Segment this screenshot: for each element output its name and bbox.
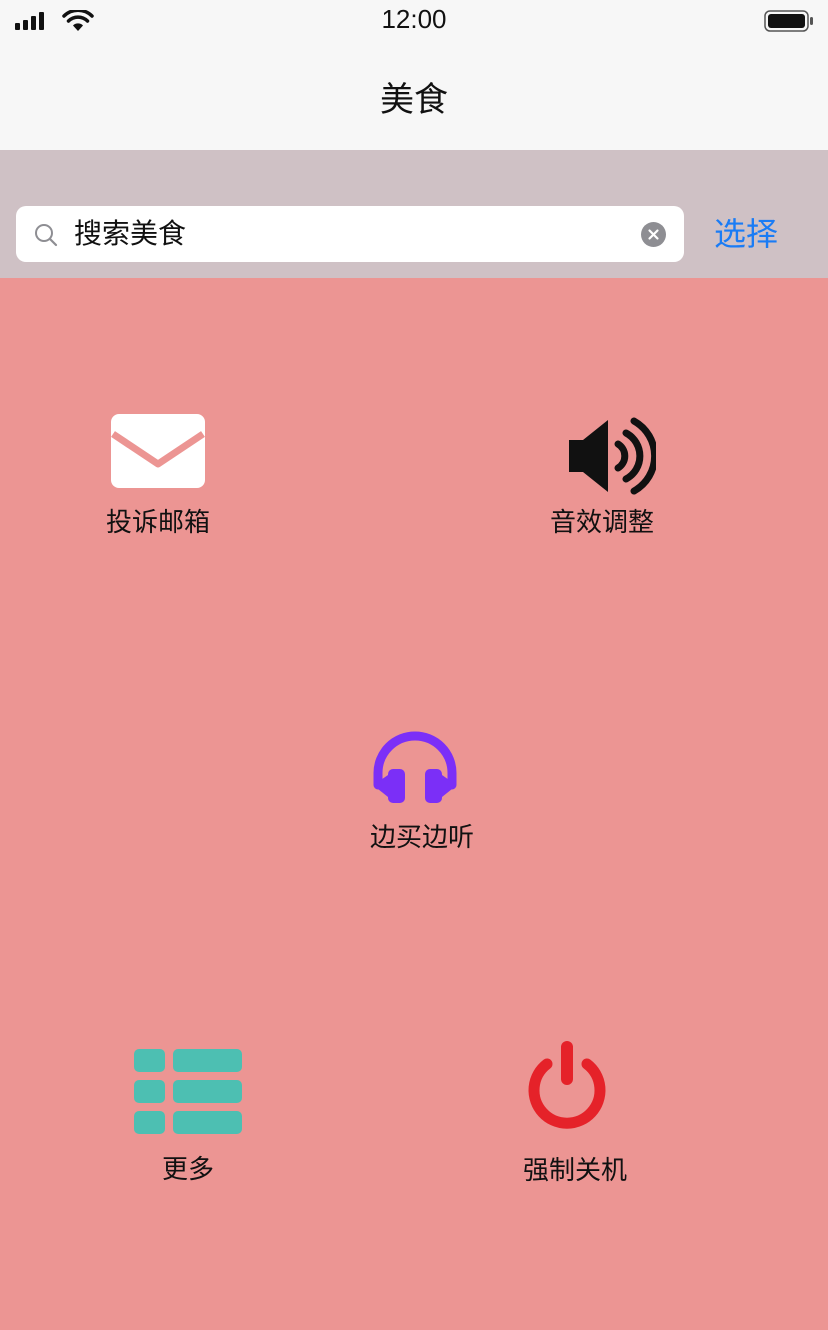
power-icon (528, 1041, 606, 1129)
select-button[interactable]: 选择 (714, 212, 778, 256)
speaker-icon (569, 417, 656, 495)
search-input[interactable]: 搜索美食 (16, 206, 684, 262)
headphones-icon (373, 731, 457, 803)
clear-button[interactable] (641, 222, 666, 247)
navigation-bar: 美食 (0, 44, 828, 150)
grid-item-sound-settings[interactable]: 音效调整 (532, 410, 672, 540)
search-icon (35, 224, 58, 247)
list-icon (134, 1049, 242, 1134)
status-time: 12:00 (381, 4, 447, 34)
clear-icon (648, 229, 659, 240)
grid-item-label: 音效调整 (549, 508, 654, 538)
grid-item-force-shutdown[interactable]: 强制关机 (505, 1038, 645, 1186)
grid-item-listen-while-shopping[interactable]: 边买边听 (352, 725, 492, 855)
search-bar: 搜索美食 选择 (0, 150, 828, 278)
search-text: 搜索美食 (74, 217, 187, 250)
grid-item-label: 强制关机 (522, 1156, 627, 1186)
battery-icon (764, 10, 813, 32)
grid-item-label: 更多 (161, 1155, 214, 1185)
page-title: 美食 (380, 80, 448, 120)
grid-item-label: 投诉邮箱 (105, 508, 210, 538)
grid-item-complaint-mailbox[interactable]: 投诉邮箱 (88, 410, 228, 540)
envelope-icon (111, 414, 205, 488)
grid-item-more[interactable]: 更多 (118, 1045, 258, 1185)
grid-item-label: 边买边听 (369, 823, 474, 853)
status-bar: 12:00 (0, 0, 828, 44)
